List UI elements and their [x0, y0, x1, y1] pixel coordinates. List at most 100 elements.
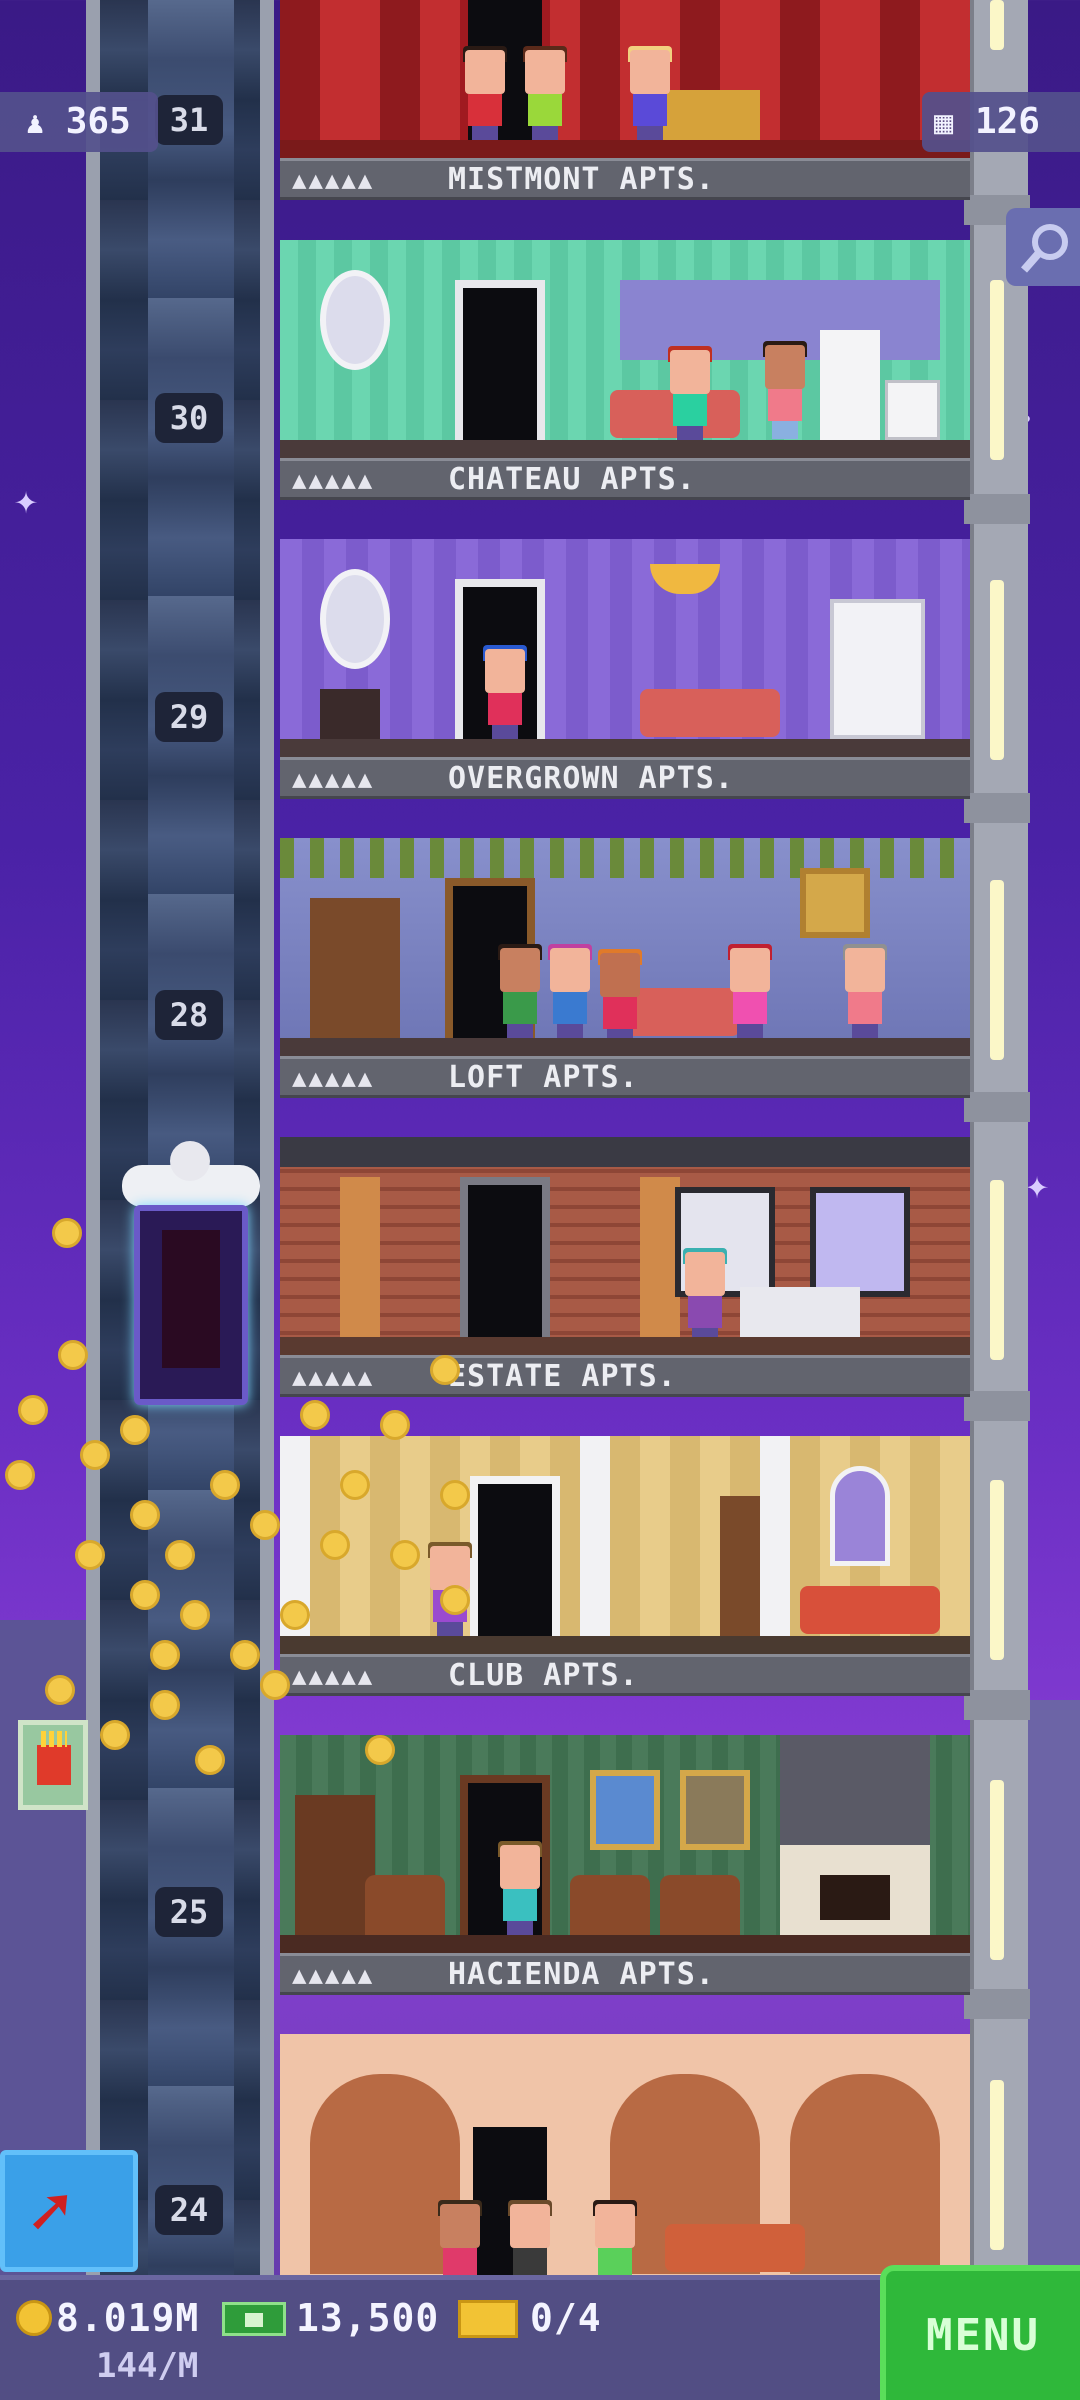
population-counter[interactable]: ♟ 365	[0, 92, 158, 152]
pillar	[760, 1436, 790, 1636]
floor-25[interactable]: ▲▲▲▲▲ HACIENDA APTS.	[280, 1735, 970, 2035]
coin-particle	[150, 1640, 180, 1670]
floor-30[interactable]: ▲▲▲▲▲ CHATEAU APTS.	[280, 240, 970, 540]
door	[470, 1476, 560, 1636]
coin-particle	[100, 1720, 130, 1750]
coin-particle	[250, 1510, 280, 1540]
coins-value[interactable]: 8.019M	[56, 2296, 199, 2340]
coin-particle	[260, 1670, 290, 1700]
resident	[435, 2200, 485, 2275]
window	[810, 1187, 910, 1297]
arch	[790, 2074, 940, 2274]
coin-particle	[150, 1690, 180, 1720]
coin-particle	[340, 1470, 370, 1500]
sofa	[800, 1586, 940, 1634]
search-button[interactable]	[1006, 208, 1080, 286]
resident	[520, 46, 570, 145]
floor-27[interactable]: ▲▲▲▲▲ ESTATE APTS.	[280, 1137, 970, 1437]
floor-room	[280, 2034, 970, 2275]
wall-bracket	[964, 1690, 1030, 1720]
menu-button[interactable]: MENU	[880, 2265, 1080, 2400]
shaft-floor-number: 29	[155, 692, 223, 742]
bux-value[interactable]: 13,500	[296, 2296, 439, 2340]
coin-particle	[440, 1480, 470, 1510]
floor-rating: ▲▲▲▲▲	[292, 1064, 375, 1092]
vip-elevator-button[interactable]: ➚	[0, 2150, 138, 2272]
wall-light	[990, 1780, 1004, 1960]
resident	[545, 944, 595, 1043]
floor-name: CLUB APTS.	[448, 1658, 639, 1693]
resident	[495, 944, 545, 1043]
floor-name: MISTMONT APTS.	[448, 162, 715, 197]
bookshelf	[310, 898, 400, 1038]
bookshelf	[720, 1496, 760, 1636]
disco-ball	[170, 1141, 210, 1181]
coin-particle	[280, 1600, 310, 1630]
floor-name: OVERGROWN APTS.	[448, 761, 734, 796]
door	[455, 280, 545, 440]
resident	[495, 1841, 545, 1940]
cabinet	[830, 599, 925, 739]
resident	[460, 46, 510, 145]
resident	[480, 645, 530, 744]
coin-particle	[58, 1340, 88, 1370]
resident	[840, 944, 890, 1043]
arrow-icon: ➚	[29, 2171, 72, 2253]
wall-bracket	[964, 793, 1030, 823]
elevator-cab[interactable]	[122, 1141, 260, 1415]
resident	[590, 2200, 640, 2275]
coin-icon	[16, 2300, 52, 2336]
floor-26[interactable]: ▲▲▲▲▲ CLUB APTS.	[280, 1436, 970, 1736]
shaft-floor-number: 24	[155, 2185, 223, 2235]
phone-table	[320, 689, 380, 739]
wall-light	[990, 2080, 1004, 2250]
wall-light	[990, 1480, 1004, 1660]
bux-icon	[222, 2302, 286, 2336]
armchair	[660, 1875, 740, 1935]
shaft-floor-number: 30	[155, 393, 223, 443]
tickets-value[interactable]: 0/4	[530, 2296, 602, 2340]
ticket-icon	[458, 2300, 518, 2338]
floor-rating: ▲▲▲▲▲	[292, 466, 375, 494]
wall-light	[990, 880, 1004, 1060]
population-value: 365	[65, 101, 131, 142]
pillar	[580, 1436, 610, 1636]
wall-light	[990, 0, 1004, 50]
resident	[760, 341, 810, 440]
resident	[725, 944, 775, 1043]
oval-mirror	[320, 270, 390, 370]
shaft-floor-number: 28	[155, 990, 223, 1040]
floor-rating: ▲▲▲▲▲	[292, 1662, 375, 1690]
coin-particle	[52, 1218, 82, 1248]
portrait	[590, 1770, 660, 1850]
shaft-floor-number: 31	[155, 95, 223, 145]
floors-value: 126	[974, 101, 1040, 142]
coin-particle	[210, 1470, 240, 1500]
resident	[595, 949, 645, 1048]
side-offer-button[interactable]	[18, 1720, 88, 1810]
floor-rating: ▲▲▲▲▲	[292, 166, 375, 194]
wall-light	[990, 580, 1004, 760]
chandelier	[650, 564, 720, 594]
stove	[885, 380, 940, 440]
floor-name: CHATEAU APTS.	[448, 462, 696, 497]
coins-rate: 144/M	[96, 2346, 199, 2386]
person-icon: ♟	[26, 106, 45, 141]
white-sofa	[740, 1287, 860, 1337]
floor-29[interactable]: ▲▲▲▲▲ OVERGROWN APTS.	[280, 539, 970, 839]
ceiling-beam	[280, 1137, 970, 1167]
floor-name: LOFT APTS.	[448, 1060, 639, 1095]
door	[460, 1177, 550, 1337]
coin-particle	[18, 1395, 48, 1425]
coin-particle	[300, 1400, 330, 1430]
elevator-interior	[162, 1230, 220, 1368]
floor-rating: ▲▲▲▲▲	[292, 1363, 375, 1391]
wall-bracket	[964, 1989, 1030, 2019]
floor-31[interactable]: ▲▲▲▲▲ MISTMONT APTS.	[280, 0, 970, 240]
floor-24[interactable]	[280, 2034, 970, 2275]
sky-star: ✦	[14, 477, 39, 523]
coin-particle	[75, 1540, 105, 1570]
floor-28[interactable]: ▲▲▲▲▲ LOFT APTS.	[280, 838, 970, 1138]
floors-counter[interactable]: ▦ 126	[922, 92, 1080, 152]
column	[340, 1177, 380, 1337]
